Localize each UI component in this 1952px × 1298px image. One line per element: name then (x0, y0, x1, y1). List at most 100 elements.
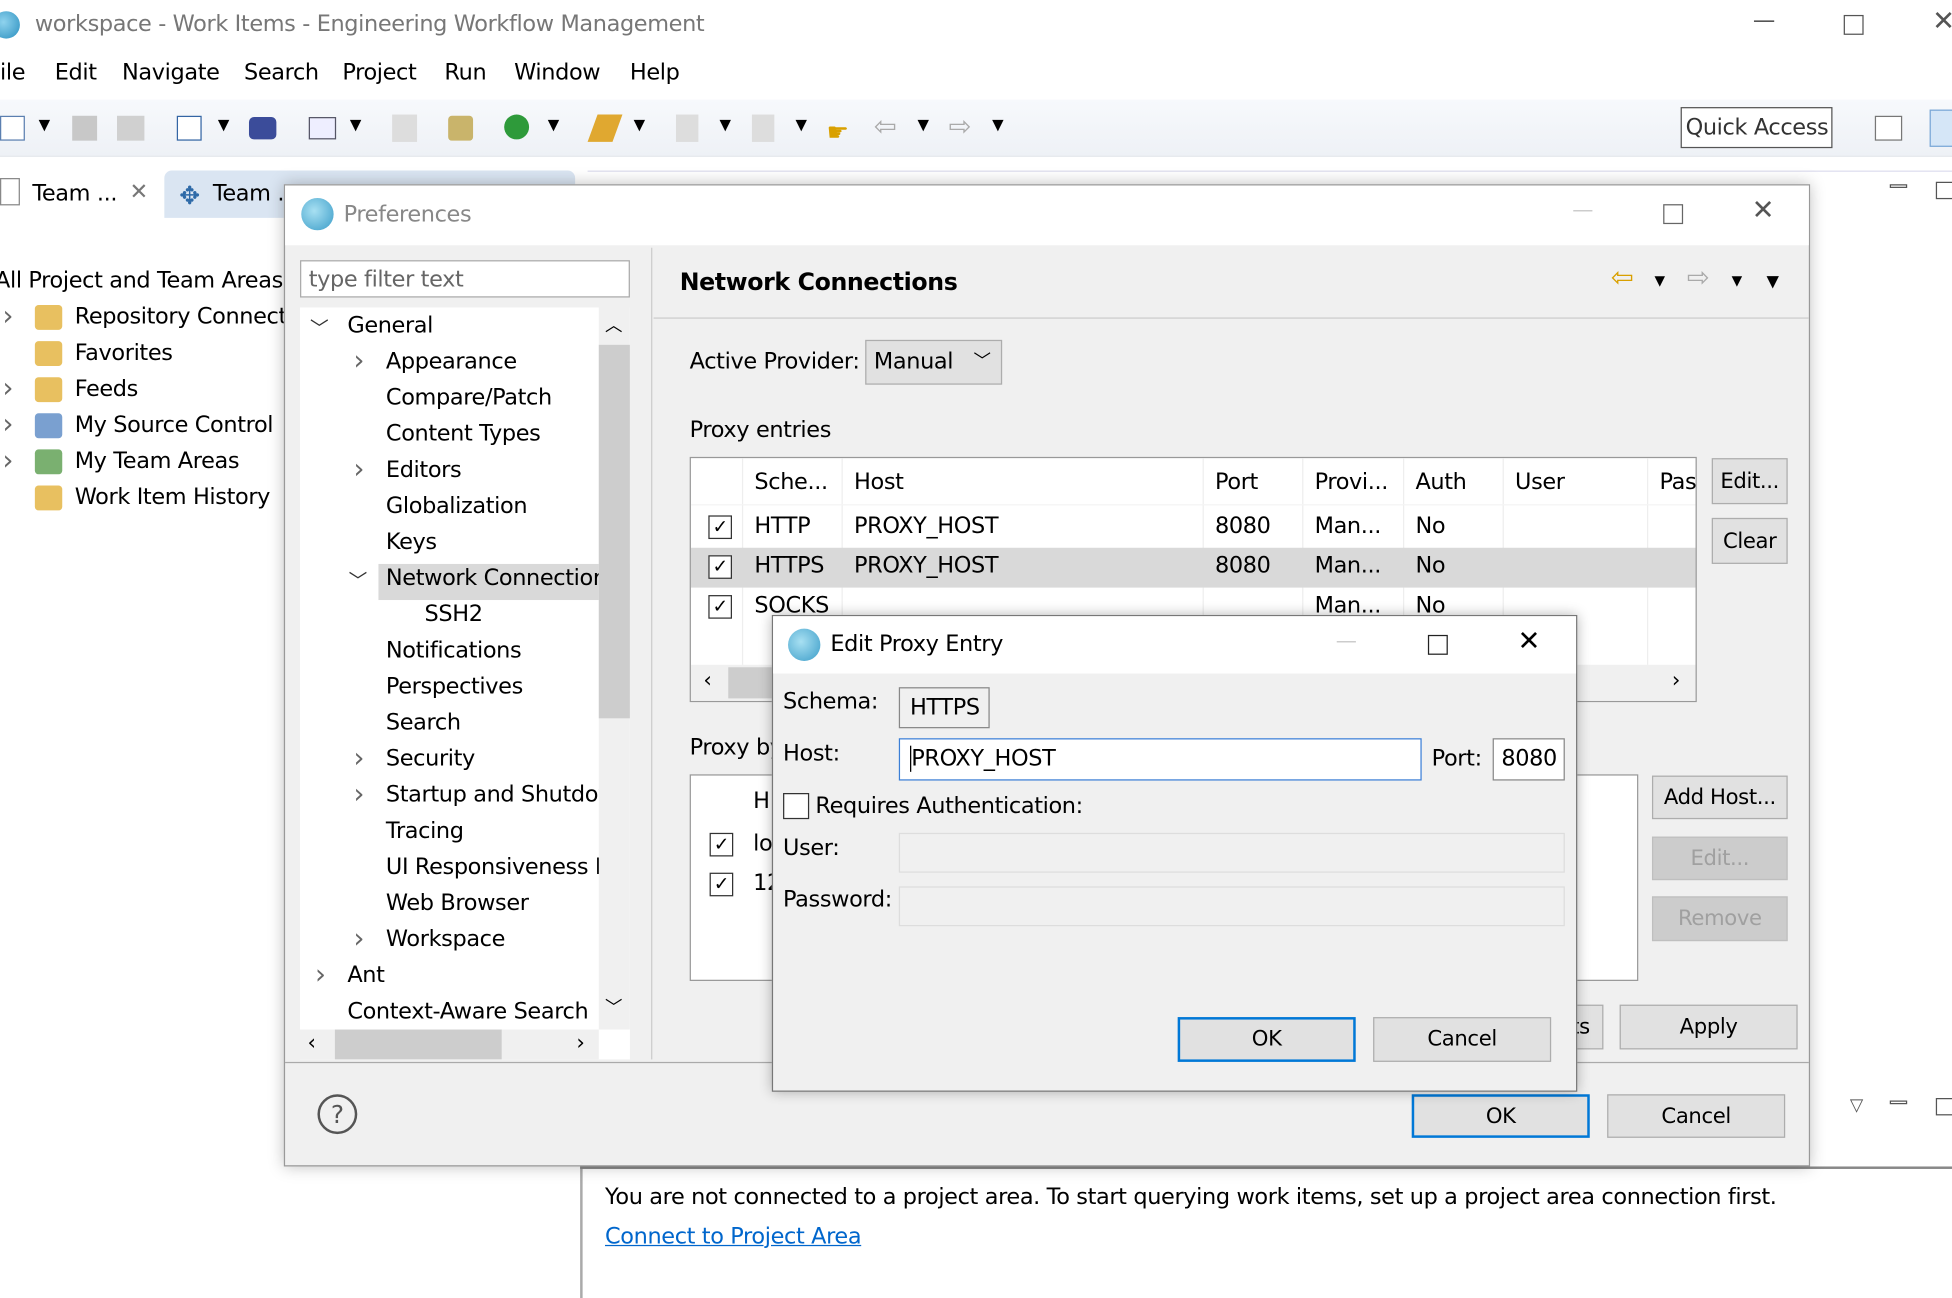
minimize-button[interactable]: — (1572, 198, 1593, 223)
wrench-icon[interactable] (587, 114, 623, 142)
password-input[interactable] (898, 886, 1565, 927)
preference-tree-item[interactable]: Editors (386, 457, 462, 483)
menu-help[interactable]: Help (630, 60, 680, 86)
active-provider-select[interactable]: Manual ﹀ (865, 339, 1003, 385)
scrollbar-thumb[interactable] (728, 667, 779, 699)
close-button[interactable]: ✕ (1932, 6, 1952, 37)
forward-icon[interactable]: ⇨ (1687, 263, 1710, 294)
close-button[interactable]: ✕ (1752, 195, 1775, 226)
preference-tree-item[interactable]: Globalization (386, 493, 528, 519)
column-header-host[interactable]: H (753, 788, 770, 814)
preference-tree-item[interactable]: Perspectives (386, 673, 523, 699)
column-header[interactable]: Pas (1659, 469, 1695, 495)
preference-tree-item[interactable]: Compare/Patch (386, 385, 552, 411)
team-tree-item[interactable]: Work Item History (75, 484, 271, 510)
minimize-button[interactable]: — (1336, 629, 1357, 654)
edit-host-button[interactable]: Edit... (1651, 836, 1788, 881)
chevron-right-icon[interactable]: › (354, 454, 365, 485)
forward-menu-icon[interactable]: ▼ (1732, 273, 1743, 289)
proxy-enabled-checkbox[interactable]: ✓ (708, 555, 733, 579)
add-host-button[interactable]: Add Host... (1651, 775, 1788, 820)
dropdown-arrow-icon[interactable]: ▼ (720, 116, 731, 133)
preferences-cancel-button[interactable]: Cancel (1607, 1094, 1786, 1138)
team-tree-item[interactable]: My Team Areas (75, 448, 240, 474)
proxy-enabled-checkbox[interactable]: ✓ (708, 515, 733, 540)
scroll-left-icon[interactable]: ‹ (703, 669, 711, 694)
bypass-checkbox[interactable]: ✓ (709, 872, 734, 897)
clear-proxy-button[interactable]: Clear (1711, 517, 1788, 564)
forward-icon[interactable]: ⇨ (949, 112, 972, 143)
tree-horizontal-scrollbar[interactable]: ‹ › (300, 1029, 599, 1060)
requires-authentication-label[interactable]: Requires Authentication: (815, 793, 1083, 819)
scrollbar-thumb[interactable] (598, 344, 630, 719)
view-menu-icon[interactable]: ▼ (1767, 273, 1779, 292)
chevron-down-icon[interactable]: ﹀ (349, 568, 368, 594)
bypass-checkbox[interactable]: ✓ (709, 832, 734, 857)
new-work-item-icon[interactable] (176, 115, 202, 141)
dropdown-arrow-icon[interactable]: ▼ (917, 116, 928, 133)
preferences-ok-button[interactable]: OK (1411, 1094, 1590, 1138)
expand-chevron-icon[interactable]: › (2, 301, 13, 332)
maximize-view-icon[interactable] (1935, 1098, 1952, 1116)
expand-chevron-icon[interactable]: › (2, 373, 13, 404)
menu-search[interactable]: Search (244, 60, 319, 86)
last-edit-icon[interactable]: ☛ (827, 117, 849, 147)
preference-tree-item[interactable]: SSH2 (425, 601, 483, 627)
quick-access-input[interactable]: Quick Access (1680, 107, 1833, 149)
preference-tree-item[interactable]: Ant (347, 962, 385, 988)
new-icon[interactable] (0, 115, 25, 141)
dropdown-arrow-icon[interactable]: ▼ (634, 116, 645, 133)
doc-icon[interactable] (392, 114, 418, 142)
host-input[interactable]: PROXY_HOST (898, 738, 1422, 781)
back-menu-icon[interactable]: ▼ (1654, 273, 1665, 289)
preference-tree-item[interactable]: General (347, 312, 433, 338)
preference-tree-item[interactable]: Web Browser (386, 890, 529, 916)
open-perspective-icon[interactable] (1874, 115, 1903, 141)
table-row[interactable] (691, 508, 1696, 548)
menu-edit[interactable]: Edit (55, 60, 97, 86)
minimize-view-icon[interactable]: ▽ (1850, 1096, 1863, 1116)
prev-annotation-icon[interactable] (751, 114, 775, 142)
user-input[interactable] (898, 832, 1565, 873)
tree-vertical-scrollbar[interactable]: ︿ ﹀ (598, 307, 630, 1030)
team-tree-item[interactable]: Repository Connect (75, 304, 288, 330)
save-all-icon[interactable] (117, 115, 145, 141)
close-button[interactable]: ✕ (1518, 626, 1541, 657)
preference-tree-item[interactable]: Keys (386, 529, 437, 555)
minimize-button[interactable]: — (1753, 7, 1775, 33)
preference-tree-item[interactable]: UI Responsiveness M (386, 854, 614, 880)
preference-tree-item[interactable]: Context-Aware Search (347, 998, 588, 1024)
chevron-down-icon[interactable]: ﹀ (310, 315, 329, 341)
edit-proxy-cancel-button[interactable]: Cancel (1373, 1017, 1552, 1062)
preference-tree-item[interactable]: Network Connectior (386, 565, 602, 591)
column-header[interactable]: Sche... (754, 469, 828, 495)
dropdown-arrow-icon[interactable]: ▼ (795, 116, 806, 133)
dropdown-arrow-icon[interactable]: ▼ (39, 116, 50, 133)
menu-file[interactable]: ile (0, 60, 26, 86)
connect-to-project-area-link[interactable]: Connect to Project Area (605, 1224, 862, 1250)
filter-input[interactable]: type filter text (300, 260, 630, 298)
maximize-button[interactable] (1843, 14, 1864, 35)
preference-tree-item[interactable]: Appearance (386, 349, 517, 375)
team-tree-item[interactable]: My Source Control (75, 412, 274, 438)
dropdown-arrow-icon[interactable]: ▼ (548, 116, 559, 133)
dropdown-arrow-icon[interactable]: ▼ (218, 116, 229, 133)
maximize-button[interactable] (1663, 204, 1684, 225)
dropdown-arrow-icon[interactable]: ▼ (992, 116, 1003, 133)
maximize-button[interactable] (1427, 634, 1448, 655)
scroll-right-icon[interactable]: › (576, 1031, 584, 1056)
scrollbar-thumb[interactable] (334, 1029, 502, 1060)
column-header[interactable]: Auth (1415, 469, 1466, 495)
team-tree-item[interactable]: Favorites (75, 340, 173, 366)
column-header[interactable]: Provi... (1315, 469, 1389, 495)
column-header[interactable]: Port (1215, 469, 1258, 495)
chevron-right-icon[interactable]: › (354, 743, 365, 774)
chevron-right-icon[interactable]: › (315, 960, 326, 991)
expand-chevron-icon[interactable]: › (2, 410, 13, 441)
back-icon[interactable]: ⇦ (1611, 263, 1634, 294)
menu-window[interactable]: Window (514, 60, 600, 86)
search-icon[interactable] (448, 115, 474, 141)
preference-tree-item[interactable]: Tracing (386, 818, 464, 844)
team-icon[interactable] (248, 117, 277, 140)
preference-tree-item[interactable]: Workspace (386, 926, 505, 952)
